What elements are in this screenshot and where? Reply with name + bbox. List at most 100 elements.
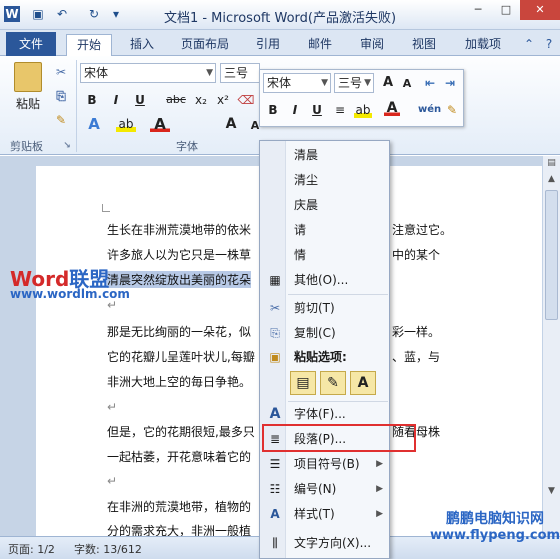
menu-item-label: 粘贴选项: — [294, 350, 347, 364]
menu-item-styles[interactable]: A 样式(T) ▶ — [260, 503, 389, 525]
chevron-down-icon: ▼ — [206, 68, 213, 78]
styles-icon: A — [270, 507, 280, 521]
paste-icon: ▣ — [269, 350, 281, 364]
copy-icon[interactable]: ⎘ — [52, 88, 70, 104]
mini-grow-font-icon[interactable]: A — [380, 75, 396, 91]
doc-line[interactable]: 一起枯萎，开花意味着它的 — [107, 448, 251, 465]
menu-item-label: 文字方向(X)... — [294, 536, 372, 550]
mini-italic-button[interactable]: I — [288, 102, 302, 118]
doc-line-fragment[interactable]: 彩一样。 — [392, 323, 440, 340]
doc-line[interactable]: 在非洲的荒漠地带，植物的 — [107, 498, 251, 515]
menu-item-text-direction[interactable]: ⫼ 文字方向(X)... — [260, 532, 389, 554]
menu-item-label: 请 — [294, 223, 307, 237]
menu-item-label: 复制(C) — [294, 326, 336, 340]
minimize-button[interactable]: ─ — [464, 0, 492, 20]
menu-item-font[interactable]: A 字体(F)... — [260, 403, 389, 425]
watermark-site-url: www.flypeng.com — [430, 528, 560, 543]
doc-line[interactable]: 它的花瓣儿呈莲叶状儿,每瓣 — [107, 348, 255, 365]
mini-decrease-indent-icon[interactable]: ⇤ — [422, 75, 438, 91]
word-count[interactable]: 字数: 13/612 — [74, 541, 142, 557]
doc-line[interactable]: 但是，它的花期很短,最多只 — [107, 423, 255, 440]
subscript-button[interactable]: x₂ — [192, 92, 210, 108]
menu-item-label: 其他(O)... — [294, 273, 349, 287]
tab-view[interactable]: 视图 — [404, 34, 444, 56]
paste-text-only-icon[interactable]: A — [350, 371, 376, 395]
doc-line[interactable]: 非洲大地上空的毎日争艳。 — [107, 373, 251, 390]
doc-line[interactable]: 许多旅人以为它只是一株草 — [107, 246, 251, 263]
tab-references[interactable]: 引用 — [248, 34, 288, 56]
paste-keep-formatting-icon[interactable]: ▤ — [290, 371, 316, 395]
doc-line-fragment[interactable]: 注意过它。 — [392, 221, 452, 238]
clipboard-launcher-icon[interactable]: ↘ — [62, 138, 72, 154]
doc-line-fragment[interactable]: 、蓝，与 — [392, 348, 440, 365]
menu-item-suggestion[interactable]: 情 — [260, 244, 389, 266]
menu-item-suggestion[interactable]: 庆晨 — [260, 194, 389, 216]
bold-button[interactable]: B — [84, 92, 100, 108]
mini-underline-button[interactable]: U — [310, 102, 324, 118]
mini-styles-icon[interactable]: wén — [418, 102, 441, 118]
italic-button[interactable]: I — [108, 92, 124, 108]
watermark-url: www.wordlm.com — [10, 287, 130, 301]
mini-font-color-icon[interactable]: A — [384, 100, 400, 116]
font-color-icon[interactable]: A — [150, 116, 170, 132]
tab-file[interactable]: 文件 — [6, 32, 56, 56]
scroll-down-icon[interactable]: ▼ — [545, 486, 558, 498]
menu-item-suggestion[interactable]: 清晨 — [260, 144, 389, 166]
context-menu: 清晨 清尘 庆晨 请 情 ▦ 其他(O)... ✂ 剪切(T) ⎘ 复制(C) ▣ 粘贴… — [259, 140, 390, 559]
menu-item-suggestion[interactable]: 清尘 — [260, 169, 389, 191]
mini-highlight-icon[interactable]: ab — [354, 102, 372, 118]
tab-home[interactable]: 开始 — [66, 34, 112, 56]
strikethrough-button[interactable]: abc — [164, 92, 188, 108]
minimize-ribbon-icon[interactable]: ⌃ — [520, 34, 538, 56]
cut-icon: ✂ — [269, 301, 281, 315]
clear-format-icon[interactable]: ⌫ — [236, 92, 256, 108]
close-button[interactable]: ✕ — [520, 0, 560, 20]
font-name-combo[interactable]: 宋体 ▼ — [80, 63, 216, 83]
text-effects-icon[interactable]: A — [84, 116, 104, 132]
tab-page-layout[interactable]: 页面布局 — [174, 34, 236, 56]
submenu-arrow-icon: ▶ — [376, 459, 383, 469]
scroll-thumb[interactable] — [545, 190, 558, 320]
menu-item-more[interactable]: ▦ 其他(O)... — [260, 269, 389, 291]
doc-line[interactable]: 那是无比绚丽的一朵花，似 — [107, 323, 251, 340]
doc-line-fragment[interactable]: 中的某个 — [392, 246, 440, 263]
doc-line[interactable]: 生长在非洲荒漠地带的依米 — [107, 221, 251, 238]
paste-icon[interactable] — [14, 62, 42, 92]
mini-increase-indent-icon[interactable]: ⇥ — [442, 75, 458, 91]
watermark-site: 鹏鹏电脑知识网 — [446, 511, 544, 527]
grow-font-icon[interactable]: A — [222, 116, 240, 132]
mini-font-name-value: 宋体 — [267, 76, 292, 90]
tab-addins[interactable]: 加载项 — [456, 34, 510, 56]
mini-font-name-combo[interactable]: 宋体 ▼ — [263, 73, 331, 93]
menu-item-cut[interactable]: ✂ 剪切(T) — [260, 297, 389, 319]
underline-button[interactable]: U — [132, 92, 148, 108]
cut-icon[interactable]: ✂ — [52, 64, 70, 80]
vertical-scrollbar[interactable]: ▤ ▲ ▼ — [542, 156, 560, 536]
menu-item-label: 剪切(T) — [294, 301, 335, 315]
menu-item-suggestion[interactable]: 请 — [260, 219, 389, 241]
mini-shrink-font-icon[interactable]: A — [400, 76, 414, 92]
tab-insert[interactable]: 插入 — [122, 34, 162, 56]
mini-center-align-icon[interactable]: ≡ — [332, 102, 348, 118]
help-icon[interactable]: ? — [540, 34, 558, 56]
font-size-combo[interactable]: 三号 — [220, 63, 260, 83]
page-count[interactable]: 页面: 1/2 — [8, 541, 55, 557]
mini-bold-button[interactable]: B — [266, 102, 280, 118]
superscript-button[interactable]: x² — [214, 92, 232, 108]
scroll-up-icon[interactable]: ▲ — [545, 174, 558, 186]
paste-merge-formatting-icon[interactable]: ✎ — [320, 371, 346, 395]
ruler-toggle-icon[interactable]: ▤ — [545, 158, 558, 170]
format-painter-icon[interactable]: ✎ — [52, 112, 70, 128]
tab-review[interactable]: 审阅 — [352, 34, 392, 56]
mini-format-painter-icon[interactable]: ✎ — [444, 102, 460, 118]
doc-line-selected[interactable]: 清晨突然绽放出美丽的花朵 — [107, 271, 252, 288]
menu-item-copy[interactable]: ⎘ 复制(C) — [260, 322, 389, 344]
maximize-button[interactable]: □ — [492, 0, 520, 20]
tab-mailings[interactable]: 邮件 — [300, 34, 340, 56]
menu-item-numbering[interactable]: ☷ 编号(N) ▶ — [260, 478, 389, 500]
menu-item-bullets[interactable]: ☰ 项目符号(B) ▶ — [260, 453, 389, 475]
highlight-icon[interactable]: ab — [116, 116, 136, 132]
paste-button-label[interactable]: 粘贴 — [8, 96, 48, 112]
more-options-icon: ▦ — [269, 273, 281, 287]
mini-font-size-combo[interactable]: 三号 ▼ — [334, 73, 374, 93]
